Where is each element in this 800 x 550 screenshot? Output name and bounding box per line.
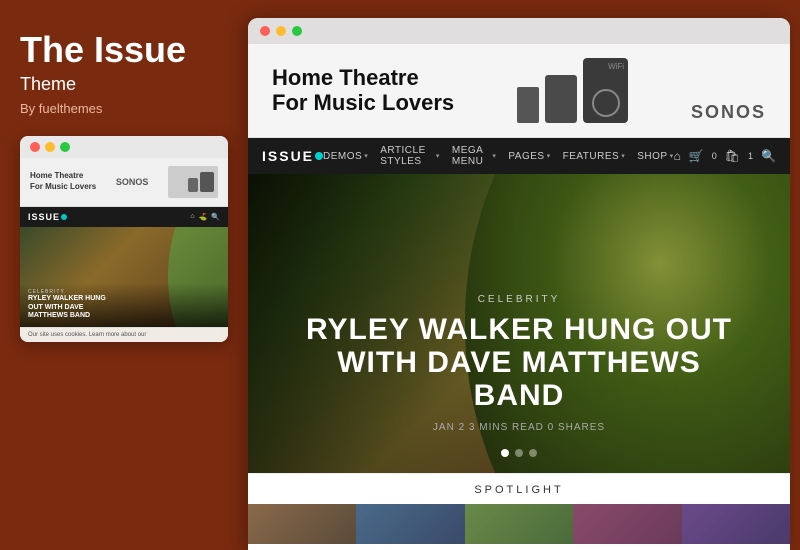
mini-nav: ISSUE ⌂ ⛳ 🔍 <box>20 207 228 227</box>
ad-banner: Home Theatre For Music Lovers WiFi SONOS <box>248 44 790 138</box>
ad-speaker-image: WiFi <box>517 58 628 123</box>
site-navigation: ISSUE DEMOS ▾ ARTICLE STYLES ▾ MEGA MENU… <box>248 138 790 174</box>
mini-dot-yellow <box>45 142 55 152</box>
mini-hero-overlay: CELEBRITY RYLEY WALKER HUNGOUT WITH DAVE… <box>20 283 228 326</box>
hero-section: CELEBRITY RYLEY WALKER HUNG OUT WITH DAV… <box>248 174 790 473</box>
cart-icon[interactable]: 🛒 <box>689 149 704 163</box>
ad-banner-text: Home Theatre For Music Lovers <box>272 66 454 114</box>
features-chevron-icon: ▾ <box>621 152 625 160</box>
mini-ad-headline: Home TheatreFor Music Lovers <box>30 171 96 192</box>
hero-dot-1[interactable] <box>501 449 509 457</box>
hero-meta: JAN 2 3 MINS READ 0 SHARES <box>288 422 750 433</box>
theme-title: The Issue <box>20 30 228 70</box>
demos-chevron-icon: ▾ <box>364 152 368 160</box>
nav-demos[interactable]: DEMOS ▾ <box>323 151 368 162</box>
mini-dot-red <box>30 142 40 152</box>
mini-preview-card: Home TheatreFor Music Lovers SONOS ISSUE… <box>20 136 228 342</box>
article-styles-chevron-icon: ▾ <box>436 152 440 160</box>
ad-headline: Home Theatre For Music Lovers <box>272 66 454 114</box>
site-logo-dot <box>315 152 323 160</box>
hero-dot-3[interactable] <box>529 449 537 457</box>
mini-ad-image <box>168 166 218 198</box>
site-logo[interactable]: ISSUE <box>262 148 323 164</box>
theme-author: By fuelthemes <box>20 101 228 116</box>
mini-logo-dot <box>61 214 67 220</box>
spotlight-thumbnails <box>248 504 790 544</box>
speaker-main-icon: WiFi <box>583 58 628 123</box>
browser-dot-green <box>292 26 302 36</box>
spotlight-thumb-3[interactable] <box>465 504 573 544</box>
speaker-xs-icon <box>517 87 539 123</box>
home-icon[interactable]: ⌂ <box>674 149 681 163</box>
speaker-sm-icon <box>545 75 577 123</box>
spotlight-thumb-5[interactable] <box>682 504 790 544</box>
mini-home-icon: ⌂ <box>190 213 194 221</box>
search-icon[interactable]: 🔍 <box>761 149 776 163</box>
mini-hero-title: RYLEY WALKER HUNGOUT WITH DAVEMATTHEWS B… <box>28 295 220 320</box>
main-browser-window: Home Theatre For Music Lovers WiFi SONOS… <box>248 18 790 550</box>
mini-cookie-notice: Our site uses cookies. Learn more about … <box>20 327 228 342</box>
hero-dot-2[interactable] <box>515 449 523 457</box>
browser-dot-red <box>260 26 270 36</box>
nav-shop[interactable]: SHOP ▾ <box>637 151 673 162</box>
spotlight-thumb-4[interactable] <box>573 504 681 544</box>
pages-chevron-icon: ▾ <box>547 152 551 160</box>
spotlight-section: SPOTLIGHT <box>248 473 790 550</box>
mini-cart-icon: ⛳ <box>199 213 208 221</box>
hero-content: CELEBRITY RYLEY WALKER HUNG OUT WITH DAV… <box>248 294 790 433</box>
cart-badge: 0 <box>712 151 717 161</box>
browser-dot-yellow <box>276 26 286 36</box>
bag-badge: 1 <box>748 151 753 161</box>
nav-pages[interactable]: PAGES ▾ <box>508 151 550 162</box>
hero-carousel-dots <box>501 449 537 457</box>
hero-category: CELEBRITY <box>288 294 750 305</box>
mini-titlebar <box>20 136 228 158</box>
spotlight-label: SPOTLIGHT <box>248 484 790 496</box>
spotlight-thumb-2[interactable] <box>356 504 464 544</box>
mini-dot-green <box>60 142 70 152</box>
spotlight-thumb-1[interactable] <box>248 504 356 544</box>
sidebar: The Issue Theme By fuelthemes Home Theat… <box>0 0 248 550</box>
mini-search-icon: 🔍 <box>211 213 220 221</box>
mega-menu-chevron-icon: ▾ <box>492 152 496 160</box>
mini-ad-brand: SONOS <box>116 177 149 187</box>
wifi-icon: WiFi <box>608 62 624 71</box>
mini-logo: ISSUE <box>28 212 67 222</box>
nav-right-icons: ⌂ 🛒 0 🛍 1 🔍 <box>674 149 776 163</box>
nav-mega-menu[interactable]: MEGA MENU ▾ <box>452 145 496 167</box>
hero-title: RYLEY WALKER HUNG OUT WITH DAVE MATTHEWS… <box>288 313 750 412</box>
bag-icon[interactable]: 🛍 <box>725 149 740 163</box>
theme-subtitle: Theme <box>20 74 228 95</box>
nav-features[interactable]: FEATURES ▾ <box>563 151 626 162</box>
ad-brand: SONOS <box>691 102 766 123</box>
nav-links: DEMOS ▾ ARTICLE STYLES ▾ MEGA MENU ▾ PAG… <box>323 145 674 167</box>
nav-article-styles[interactable]: ARTICLE STYLES ▾ <box>380 145 440 167</box>
mini-nav-icons: ⌂ ⛳ 🔍 <box>190 213 220 221</box>
mini-ad-banner: Home TheatreFor Music Lovers SONOS <box>20 158 228 207</box>
mini-hero: CELEBRITY RYLEY WALKER HUNGOUT WITH DAVE… <box>20 227 228 327</box>
site-logo-text: ISSUE <box>262 148 314 164</box>
browser-titlebar <box>248 18 790 44</box>
mini-logo-text: ISSUE <box>28 212 60 222</box>
